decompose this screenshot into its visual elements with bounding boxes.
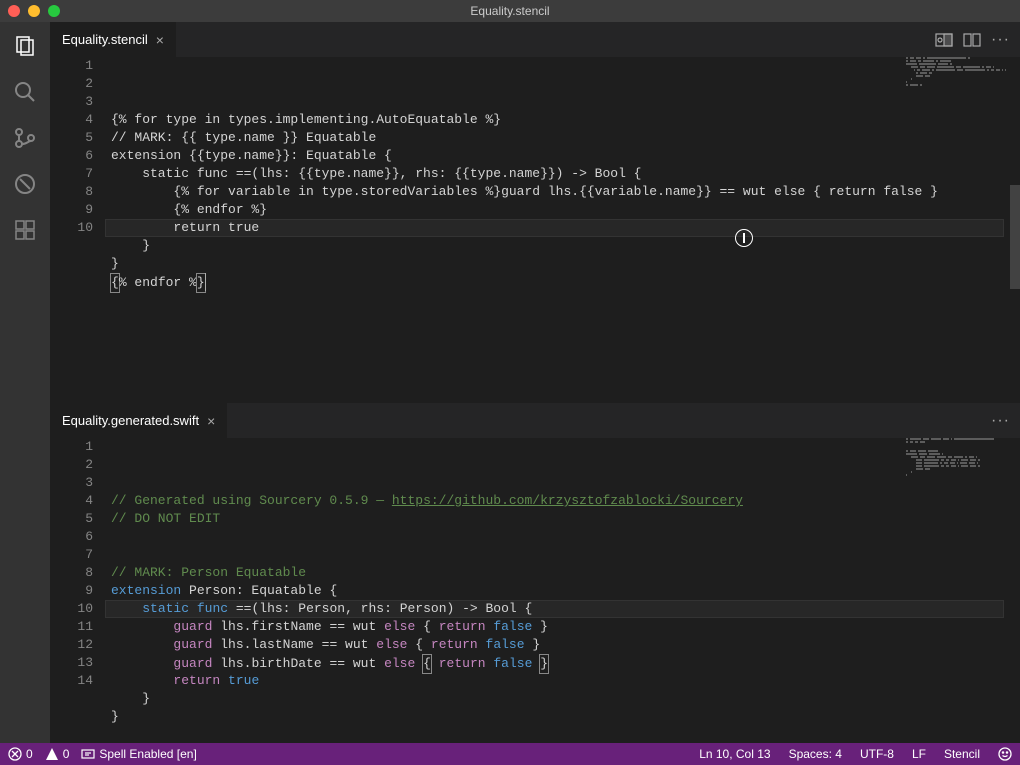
extensions-icon[interactable] xyxy=(11,216,39,244)
tab-equality-generated[interactable]: Equality.generated.swift × xyxy=(50,403,227,438)
more-icon[interactable]: ··· xyxy=(991,31,1010,49)
tab-label: Equality.generated.swift xyxy=(62,413,199,428)
editor-top[interactable]: 12345678910 {% for type in types.impleme… xyxy=(50,57,1020,403)
gutter: 12345678910 xyxy=(50,57,105,403)
gutter: 1234567891011121314 xyxy=(50,438,105,743)
more-icon[interactable]: ··· xyxy=(991,412,1010,430)
activity-bar xyxy=(0,22,50,743)
search-icon[interactable] xyxy=(11,78,39,106)
tab-label: Equality.stencil xyxy=(62,32,148,47)
tab-bar-bottom: Equality.generated.swift × ··· xyxy=(50,403,1020,438)
maximize-window-button[interactable] xyxy=(48,5,60,17)
close-window-button[interactable] xyxy=(8,5,20,17)
status-language[interactable]: Stencil xyxy=(944,747,980,761)
titlebar: Equality.stencil xyxy=(0,0,1020,22)
status-warnings[interactable]: 0 xyxy=(45,747,70,761)
code-area[interactable]: {% for type in types.implementing.AutoEq… xyxy=(105,57,1020,403)
window-title: Equality.stencil xyxy=(8,4,1012,18)
close-icon[interactable]: × xyxy=(156,32,164,48)
minimize-window-button[interactable] xyxy=(28,5,40,17)
status-bar: 0 0 Spell Enabled [en] Ln 10, Col 13 Spa… xyxy=(0,743,1020,765)
status-smiley-icon[interactable] xyxy=(998,747,1012,761)
status-spell[interactable]: Spell Enabled [en] xyxy=(81,747,196,761)
status-errors[interactable]: 0 xyxy=(8,747,33,761)
split-side-icon[interactable] xyxy=(935,31,953,49)
code-area[interactable]: // Generated using Sourcery 0.5.9 — http… xyxy=(105,438,1020,743)
status-spaces[interactable]: Spaces: 4 xyxy=(789,747,842,761)
tab-equality-stencil[interactable]: Equality.stencil × xyxy=(50,22,176,57)
split-icon[interactable] xyxy=(963,31,981,49)
status-eol[interactable]: LF xyxy=(912,747,926,761)
close-icon[interactable]: × xyxy=(207,413,215,429)
scrollbar[interactable] xyxy=(1006,57,1020,403)
tab-bar-top: Equality.stencil × ··· xyxy=(50,22,1020,57)
git-icon[interactable] xyxy=(11,124,39,152)
window-controls xyxy=(8,5,60,17)
status-line-col[interactable]: Ln 10, Col 13 xyxy=(699,747,770,761)
editor-bottom[interactable]: 1234567891011121314 // Generated using S… xyxy=(50,438,1020,743)
debug-icon[interactable] xyxy=(11,170,39,198)
explorer-icon[interactable] xyxy=(11,32,39,60)
status-encoding[interactable]: UTF-8 xyxy=(860,747,894,761)
